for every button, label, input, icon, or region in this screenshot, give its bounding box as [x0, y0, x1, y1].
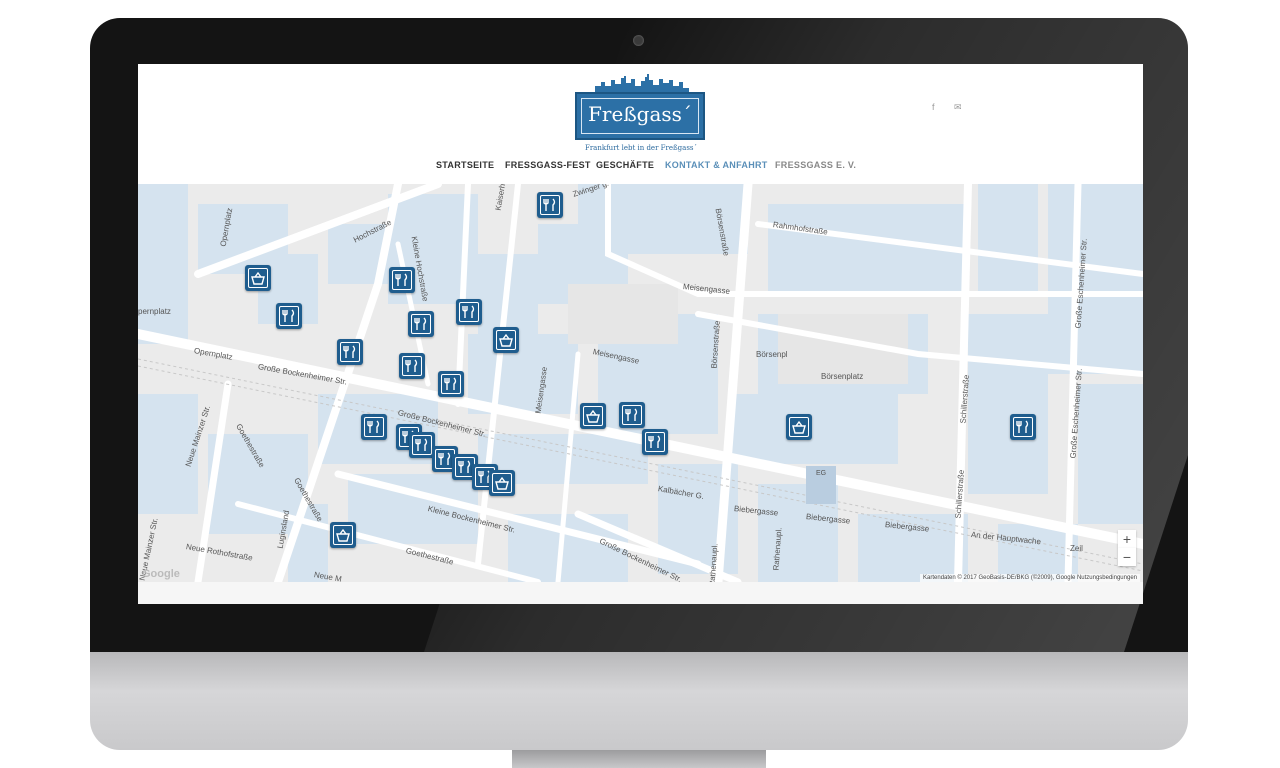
- map-attribution[interactable]: Kartendaten © 2017 GeoBasis-DE/BKG (©200…: [920, 574, 1140, 582]
- google-map[interactable]: Zwinger g. Hochstraße Kleine Hochstraße …: [138, 184, 1143, 582]
- site-logo[interactable]: Freßgass´ Frankfurt lebt in der Freßgass…: [575, 70, 707, 152]
- restaurant-icon: [458, 460, 471, 473]
- nav-item-fressgass-ev[interactable]: FRESSGASS E. V.: [775, 160, 856, 170]
- shopping-basket-icon: [499, 333, 513, 347]
- restaurant-icon: [343, 345, 356, 358]
- map-marker-restaurant[interactable]: [438, 371, 464, 397]
- google-logo: Google: [142, 568, 180, 580]
- street-label-boersenplatz: Börsenplatz: [821, 372, 864, 381]
- restaurant-icon: [414, 317, 427, 330]
- street-label-zeil: Zeil: [1070, 544, 1083, 553]
- nav-item-startseite[interactable]: STARTSEITE: [436, 160, 494, 170]
- zoom-in-button[interactable]: +: [1118, 530, 1136, 548]
- skyline-icon: [595, 74, 689, 94]
- restaurant-icon: [543, 198, 556, 211]
- main-navigation: STARTSEITE FRESSGASS-FEST GESCHÄFTE KONT…: [138, 160, 1143, 178]
- monitor-chin: [90, 652, 1188, 750]
- site-header: Freßgass´ Frankfurt lebt in der Freßgass…: [138, 64, 1143, 184]
- map-marker-shopping[interactable]: [493, 327, 519, 353]
- restaurant-icon: [367, 420, 380, 433]
- restaurant-icon: [462, 305, 475, 318]
- map-marker-restaurant[interactable]: [337, 339, 363, 365]
- shopping-basket-icon: [792, 420, 806, 434]
- map-marker-restaurant[interactable]: [1010, 414, 1036, 440]
- building-label-eg: EG: [816, 470, 827, 477]
- page-footer-strip: [138, 582, 1143, 604]
- restaurant-icon: [395, 273, 408, 286]
- map-marker-restaurant[interactable]: [619, 402, 645, 428]
- map-marker-restaurant[interactable]: [399, 353, 425, 379]
- map-marker-restaurant[interactable]: [361, 414, 387, 440]
- logo-title: Freßgass´: [588, 102, 692, 126]
- street-label-opernplatz-left: pernplatz: [138, 307, 171, 316]
- logo-plate: Freßgass´: [575, 92, 705, 140]
- restaurant-icon: [282, 309, 295, 322]
- restaurant-icon: [444, 377, 457, 390]
- monitor-stand: [512, 750, 766, 768]
- map-marker-restaurant[interactable]: [456, 299, 482, 325]
- logo-tagline: Frankfurt lebt in der Freßgass´: [584, 144, 698, 152]
- mail-icon[interactable]: ✉: [954, 102, 962, 113]
- restaurant-icon: [648, 435, 661, 448]
- nav-item-geschaefte[interactable]: GESCHÄFTE: [596, 160, 654, 170]
- restaurant-icon: [625, 408, 638, 421]
- restaurant-icon: [415, 438, 428, 451]
- facebook-icon[interactable]: f: [932, 102, 935, 112]
- map-marker-shopping[interactable]: [330, 522, 356, 548]
- nav-item-kontakt-anfahrt[interactable]: KONTAKT & ANFAHRT: [665, 160, 768, 170]
- camera-icon: [633, 35, 644, 46]
- restaurant-icon: [1016, 420, 1029, 433]
- map-marker-restaurant[interactable]: [642, 429, 668, 455]
- shopping-basket-icon: [495, 476, 509, 490]
- shopping-basket-icon: [251, 271, 265, 285]
- restaurant-icon: [438, 452, 451, 465]
- map-marker-shopping[interactable]: [580, 403, 606, 429]
- map-marker-restaurant[interactable]: [389, 267, 415, 293]
- shopping-basket-icon: [586, 409, 600, 423]
- website-screen: Freßgass´ Frankfurt lebt in der Freßgass…: [138, 64, 1143, 604]
- map-marker-shopping[interactable]: [786, 414, 812, 440]
- map-marker-restaurant[interactable]: [276, 303, 302, 329]
- zoom-out-button[interactable]: −: [1118, 548, 1136, 566]
- nav-item-fressgass-fest[interactable]: FRESSGASS-FEST: [505, 160, 591, 170]
- restaurant-icon: [405, 359, 418, 372]
- map-marker-shopping[interactable]: [489, 470, 515, 496]
- map-marker-restaurant[interactable]: [408, 311, 434, 337]
- map-marker-shopping[interactable]: [245, 265, 271, 291]
- street-label-boersenpl: Börsenpl: [756, 350, 788, 359]
- map-marker-restaurant[interactable]: [537, 192, 563, 218]
- shopping-basket-icon: [336, 528, 350, 542]
